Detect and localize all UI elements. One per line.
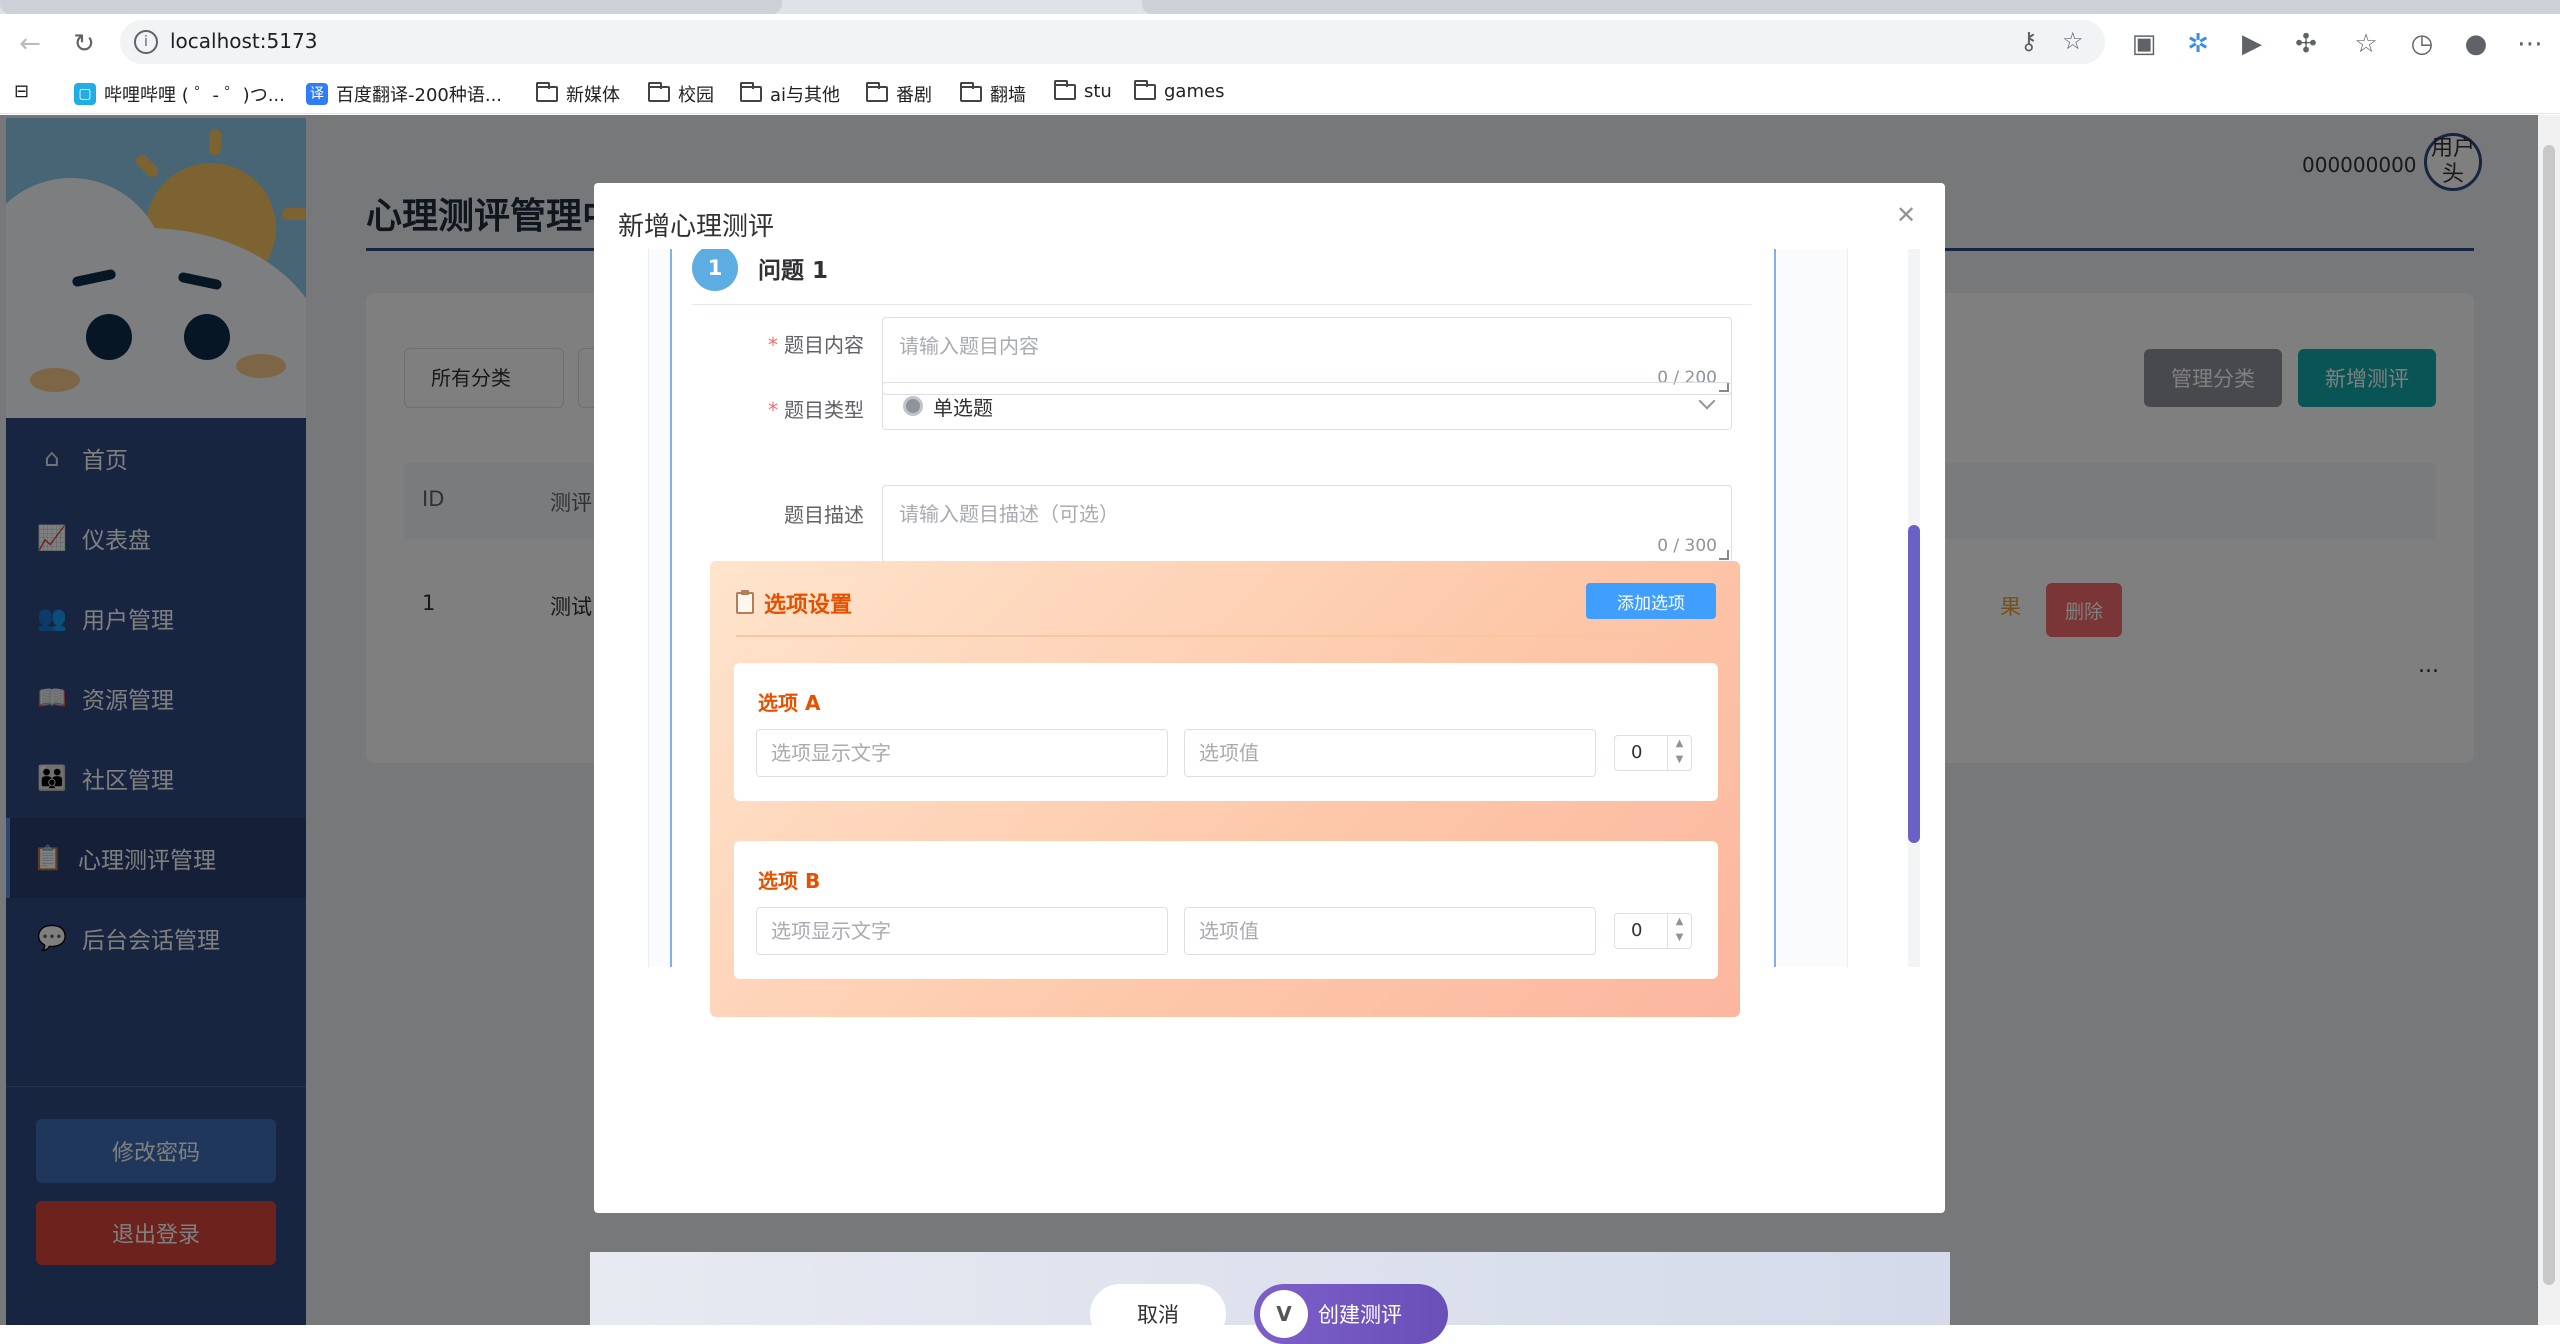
content-placeholder: 请输入题目内容 xyxy=(899,334,1039,358)
chevron-down-icon xyxy=(1698,392,1716,410)
more-menu-icon[interactable]: ⋯ xyxy=(2514,28,2546,60)
star-icon[interactable]: ☆ xyxy=(2062,27,2084,55)
stepper-arrows-icon[interactable]: ▲ ▼ xyxy=(1667,914,1691,948)
option-text-input[interactable]: 选项显示文字 xyxy=(756,907,1168,955)
bookmark-folder[interactable]: 番剧 xyxy=(866,81,932,107)
stepper-arrows-icon[interactable]: ▲ ▼ xyxy=(1667,736,1691,770)
clipboard-icon xyxy=(736,590,754,614)
browser-tab[interactable] xyxy=(1142,0,2560,14)
extension-icon[interactable]: ✲ xyxy=(2182,28,2214,60)
folder-icon xyxy=(1134,79,1156,100)
page-scrollbar[interactable] xyxy=(2538,115,2560,1325)
bookmark-folder[interactable]: ai与其他 xyxy=(740,81,840,107)
bilibili-icon: ▢ xyxy=(74,83,96,105)
browser-toolbar: ← ↻ i localhost:5173 ⚷ ☆ ▣ ✲ ▶ ✣ ☆ ◷ ● ⋯ xyxy=(0,14,2560,72)
bookmarks-bar: ⊟ ▢ 哔哩哔哩 ( ゜- ゜)つ... 译百度翻译-200种语... 新媒体 校… xyxy=(0,72,2560,114)
bookmarks-menu-icon[interactable]: ⊟ xyxy=(14,81,29,102)
option-value-input[interactable]: 选项值 xyxy=(1184,907,1596,955)
browser-tab[interactable] xyxy=(0,0,782,14)
description-placeholder: 请输入题目描述（可选） xyxy=(899,502,1119,526)
option-text-input[interactable]: 选项显示文字 xyxy=(756,729,1168,777)
type-label: * 题目类型 xyxy=(768,398,864,422)
close-icon[interactable]: ✕ xyxy=(1896,201,1916,229)
folder-icon xyxy=(648,82,670,102)
option-card: 选项 B 选项显示文字 选项值 0 ▲ ▼ xyxy=(734,841,1718,979)
folder-icon xyxy=(960,82,982,102)
folder-icon xyxy=(1054,79,1076,100)
option-score-stepper[interactable]: 0 ▲ ▼ xyxy=(1614,735,1692,771)
back-icon[interactable]: ← xyxy=(14,28,46,60)
question-card: 1 问题 1 * 题目内容 请输入题目内容 0 / 200 * 题目类型 单选题 题… xyxy=(670,249,1776,1017)
question-divider xyxy=(692,304,1752,305)
favorites-icon[interactable]: ☆ xyxy=(2350,28,2382,60)
bookmark-folder[interactable]: stu xyxy=(1054,79,1112,102)
radio-icon xyxy=(903,396,923,416)
site-info-icon[interactable]: i xyxy=(134,30,158,54)
description-char-count: 0 / 300 xyxy=(1657,536,1717,556)
question-description-textarea[interactable]: 请输入题目描述（可选） 0 / 300 xyxy=(882,485,1732,563)
new-assessment-dialog: 新增心理测评 ✕ 1 问题 1 * 题目内容 请输入题目内容 0 / 200 * 题… xyxy=(594,183,1945,1213)
translate-icon: 译 xyxy=(306,83,328,105)
option-card: 选项 A 选项显示文字 选项值 0 ▲ ▼ xyxy=(734,663,1718,801)
address-bar[interactable]: i localhost:5173 ⚷ ☆ xyxy=(120,20,2105,64)
option-label: 选项 B xyxy=(758,869,821,893)
options-header: 选项设置 xyxy=(736,587,852,619)
bookmark-folder[interactable]: games xyxy=(1134,79,1224,102)
bookmark-bilibili[interactable]: ▢ 哔哩哔哩 ( ゜- ゜)つ... xyxy=(74,81,285,107)
page-scrollbar-thumb[interactable] xyxy=(2543,145,2555,1285)
option-label: 选项 A xyxy=(758,691,821,715)
options-divider xyxy=(736,635,1716,637)
cancel-button[interactable]: 取消 xyxy=(1090,1284,1226,1344)
folder-icon xyxy=(740,82,762,102)
add-option-button[interactable]: 添加选项 xyxy=(1586,583,1716,619)
play-icon[interactable]: ▶ xyxy=(2236,28,2268,60)
bookmark-baidu-translate[interactable]: 译百度翻译-200种语... xyxy=(306,81,502,107)
profile-icon[interactable]: ● xyxy=(2460,28,2492,60)
dialog-title: 新增心理测评 xyxy=(618,212,775,242)
required-mark: * xyxy=(768,398,778,422)
bookmark-folder[interactable]: 校园 xyxy=(648,81,714,107)
reload-icon[interactable]: ↻ xyxy=(68,28,100,60)
history-icon[interactable]: ◷ xyxy=(2406,28,2438,60)
dialog-scrollbar-thumb[interactable] xyxy=(1908,525,1920,843)
bookmark-folder[interactable]: 翻墙 xyxy=(960,81,1026,107)
content-label: * 题目内容 xyxy=(768,333,864,357)
key-icon[interactable]: ⚷ xyxy=(2020,27,2038,55)
folder-icon xyxy=(866,82,888,102)
create-assessment-button[interactable]: V 创建测评 xyxy=(1254,1284,1448,1344)
vue-devtools-icon[interactable]: V xyxy=(1260,1290,1308,1338)
url-text: localhost:5173 xyxy=(170,29,318,53)
puzzle-icon[interactable]: ✣ xyxy=(2290,28,2322,60)
question-number-badge: 1 xyxy=(692,249,738,291)
extension-icon[interactable]: ▣ xyxy=(2128,28,2160,60)
option-score-stepper[interactable]: 0 ▲ ▼ xyxy=(1614,913,1692,949)
question-type-select[interactable]: 单选题 xyxy=(882,382,1732,430)
resize-handle-icon[interactable] xyxy=(1719,550,1729,560)
dialog-body: 1 问题 1 * 题目内容 请输入题目内容 0 / 200 * 题目类型 单选题 题… xyxy=(594,249,1945,1213)
option-value-input[interactable]: 选项值 xyxy=(1184,729,1596,777)
required-mark: * xyxy=(768,333,778,357)
question-title: 问题 1 xyxy=(758,258,829,284)
bookmark-folder[interactable]: 新媒体 xyxy=(536,81,620,107)
description-label: 题目描述 xyxy=(784,503,864,527)
folder-icon xyxy=(536,82,558,102)
options-section: 选项设置 添加选项 选项 A 选项显示文字 选项值 0 ▲ ▼ 选项 B 选项显示文… xyxy=(710,561,1740,1017)
tab-strip xyxy=(0,0,2560,14)
